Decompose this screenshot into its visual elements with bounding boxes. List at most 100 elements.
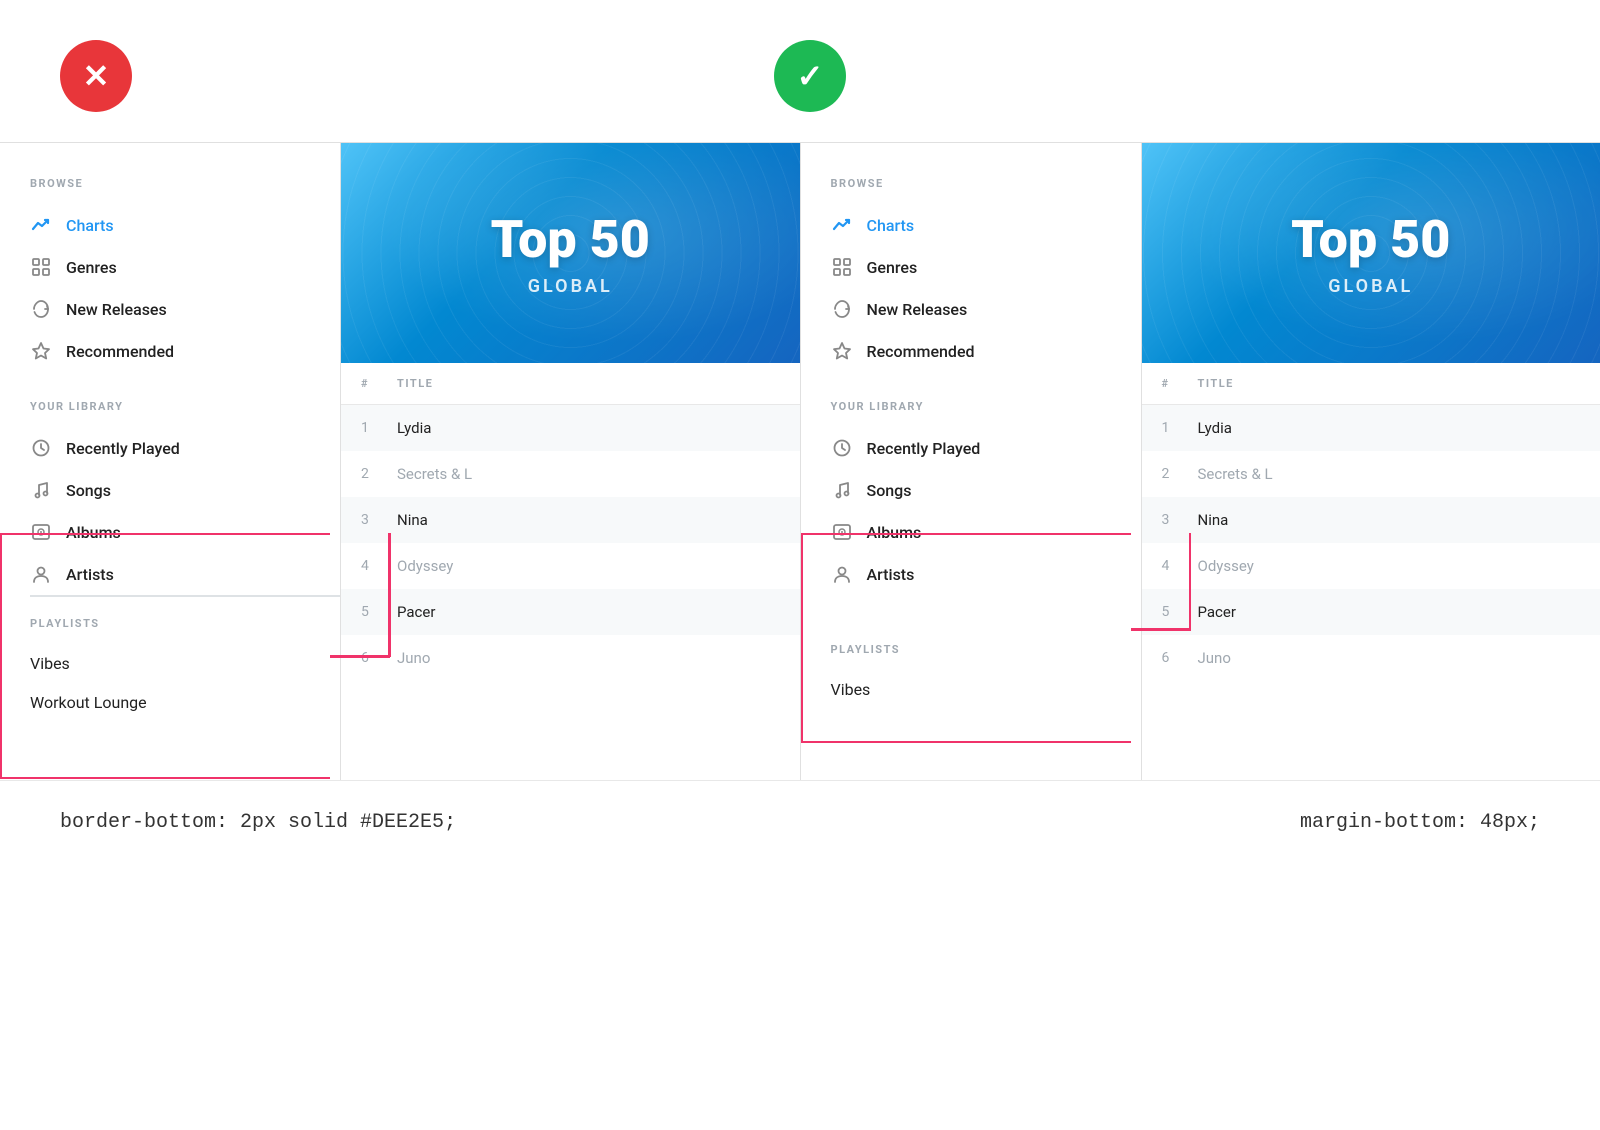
annotation-area: border-bottom: 2px solid #DEE2E5; margin… — [0, 780, 1600, 854]
check-icon: ✓ — [797, 57, 824, 95]
sidebar-item-recommended-bad[interactable]: Recommended — [30, 330, 340, 372]
track-row-6-bad[interactable]: 6 Juno — [341, 635, 800, 681]
playlist-workout-bad[interactable]: Workout Lounge — [30, 683, 340, 722]
library-label-good: YOUR LIBRARY — [831, 400, 1141, 413]
sidebar-good: BROWSE Charts — [801, 143, 1141, 780]
content-good: Top 50 GLOBAL # TITLE 1 Lydia 2 Secrets … — [1141, 143, 1600, 780]
vibes-label-good: Vibes — [831, 680, 871, 699]
vibes-label-bad: Vibes — [30, 654, 70, 673]
header-num-good: # — [1162, 377, 1198, 390]
track-row-4-good[interactable]: 4 Odyssey — [1142, 543, 1600, 589]
browse-label-good: BROWSE — [831, 177, 1141, 190]
songs-label-good: Songs — [867, 481, 912, 500]
track-row-6-good[interactable]: 6 Juno — [1142, 635, 1600, 681]
artists-icon-good — [831, 563, 853, 585]
sidebar-bad: BROWSE Charts — [0, 143, 340, 780]
playlists-section-bad: PLAYLISTS Vibes Workout Lounge — [30, 617, 340, 722]
sidebar-item-recently-played-bad[interactable]: Recently Played — [30, 427, 340, 469]
sidebar-item-albums-good[interactable]: Albums — [831, 511, 1141, 553]
library-label-bad: YOUR LIBRARY — [30, 400, 340, 413]
sidebar-item-recently-played-good[interactable]: Recently Played — [831, 427, 1141, 469]
songs-label-bad: Songs — [66, 481, 111, 500]
playlists-label-bad: PLAYLISTS — [30, 617, 340, 630]
albums-label-bad: Albums — [66, 523, 121, 542]
panel-good: BROWSE Charts — [801, 143, 1600, 780]
recommended-icon-good — [831, 340, 853, 362]
sidebar-item-genres-good[interactable]: Genres — [831, 246, 1141, 288]
top50-text-bad: Top 50 — [491, 209, 650, 270]
songs-icon-bad — [30, 479, 52, 501]
sidebar-item-albums-bad[interactable]: Albums — [30, 511, 340, 553]
header-num-bad: # — [361, 377, 397, 390]
panel-bad: BROWSE Charts — [0, 143, 800, 780]
browse-section-bad: BROWSE Charts — [30, 177, 340, 372]
recommended-label-bad: Recommended — [66, 342, 174, 361]
charts-icon-bad — [30, 214, 52, 236]
sidebar-item-recommended-good[interactable]: Recommended — [831, 330, 1141, 372]
track-row-5-bad[interactable]: 5 Pacer — [341, 589, 800, 635]
recently-played-icon-good — [831, 437, 853, 459]
sidebar-item-charts-bad[interactable]: Charts — [30, 204, 340, 246]
track-row-1-bad[interactable]: 1 Lydia — [341, 405, 800, 451]
global-text-bad: GLOBAL — [528, 276, 613, 297]
artists-label-good: Artists — [867, 565, 915, 584]
sidebar-item-artists-bad[interactable]: Artists — [30, 553, 340, 595]
track-list-bad: # TITLE 1 Lydia 2 Secrets & L 3 Nina 4 — [341, 363, 800, 681]
good-annotation-text: margin-bottom: 48px; — [1300, 811, 1540, 834]
charts-label-bad: Charts — [66, 216, 114, 235]
browse-section-good: BROWSE Charts — [831, 177, 1141, 372]
charts-icon-good — [831, 214, 853, 236]
sidebar-item-charts-good[interactable]: Charts — [831, 204, 1141, 246]
albums-icon-good — [831, 521, 853, 543]
track-row-2-good[interactable]: 2 Secrets & L — [1142, 451, 1600, 497]
playlist-vibes-good[interactable]: Vibes — [831, 670, 1141, 709]
track-header-bad: # TITLE — [341, 363, 800, 405]
new-releases-label-good: New Releases — [867, 300, 968, 319]
top50-text-good: Top 50 — [1291, 209, 1450, 270]
genres-label-bad: Genres — [66, 258, 117, 277]
good-indicator-wrapper: ✓ — [774, 40, 846, 112]
genres-icon-good — [831, 256, 853, 278]
new-releases-icon-bad — [30, 298, 52, 320]
sidebar-item-songs-good[interactable]: Songs — [831, 469, 1141, 511]
sidebar-item-new-releases-good[interactable]: New Releases — [831, 288, 1141, 330]
sidebar-item-songs-bad[interactable]: Songs — [30, 469, 340, 511]
recommended-icon-bad — [30, 340, 52, 362]
playlists-section-good: PLAYLISTS Vibes — [831, 643, 1141, 709]
genres-icon-bad — [30, 256, 52, 278]
library-section-good: YOUR LIBRARY Recently Played — [831, 400, 1141, 595]
track-row-1-good[interactable]: 1 Lydia — [1142, 405, 1600, 451]
content-bad: Top 50 GLOBAL # TITLE 1 Lydia 2 Secrets … — [340, 143, 800, 780]
comparison-area: BROWSE Charts — [0, 142, 1600, 780]
top-icons-area: ✕ ✓ — [0, 0, 1600, 142]
header-title-good: TITLE — [1198, 377, 1581, 390]
albums-label-good: Albums — [867, 523, 922, 542]
workout-label-bad: Workout Lounge — [30, 693, 147, 712]
track-row-5-good[interactable]: 5 Pacer — [1142, 589, 1600, 635]
charts-label-good: Charts — [867, 216, 915, 235]
track-header-good: # TITLE — [1142, 363, 1600, 405]
x-icon: ✕ — [83, 57, 110, 95]
bad-annotation-text: border-bottom: 2px solid #DEE2E5; — [60, 811, 456, 834]
playlists-label-good: PLAYLISTS — [831, 643, 1141, 656]
genres-label-good: Genres — [867, 258, 918, 277]
artists-icon-bad — [30, 563, 52, 585]
track-row-3-bad[interactable]: 3 Nina — [341, 497, 800, 543]
track-row-2-bad[interactable]: 2 Secrets & L — [341, 451, 800, 497]
track-list-good: # TITLE 1 Lydia 2 Secrets & L 3 Nina 4 — [1142, 363, 1600, 681]
sidebar-item-new-releases-bad[interactable]: New Releases — [30, 288, 340, 330]
new-releases-icon-good — [831, 298, 853, 320]
track-row-3-good[interactable]: 3 Nina — [1142, 497, 1600, 543]
good-indicator: ✓ — [774, 40, 846, 112]
sidebar-item-artists-good[interactable]: Artists — [831, 553, 1141, 595]
artists-label-bad: Artists — [66, 565, 114, 584]
browse-label-bad: BROWSE — [30, 177, 340, 190]
playlist-vibes-bad[interactable]: Vibes — [30, 644, 340, 683]
albums-icon-bad — [30, 521, 52, 543]
track-row-4-bad[interactable]: 4 Odyssey — [341, 543, 800, 589]
recently-played-icon-bad — [30, 437, 52, 459]
sidebar-item-genres-bad[interactable]: Genres — [30, 246, 340, 288]
album-banner-bad: Top 50 GLOBAL — [341, 143, 800, 363]
bad-indicator: ✕ — [60, 40, 132, 112]
recently-played-label-bad: Recently Played — [66, 439, 180, 458]
